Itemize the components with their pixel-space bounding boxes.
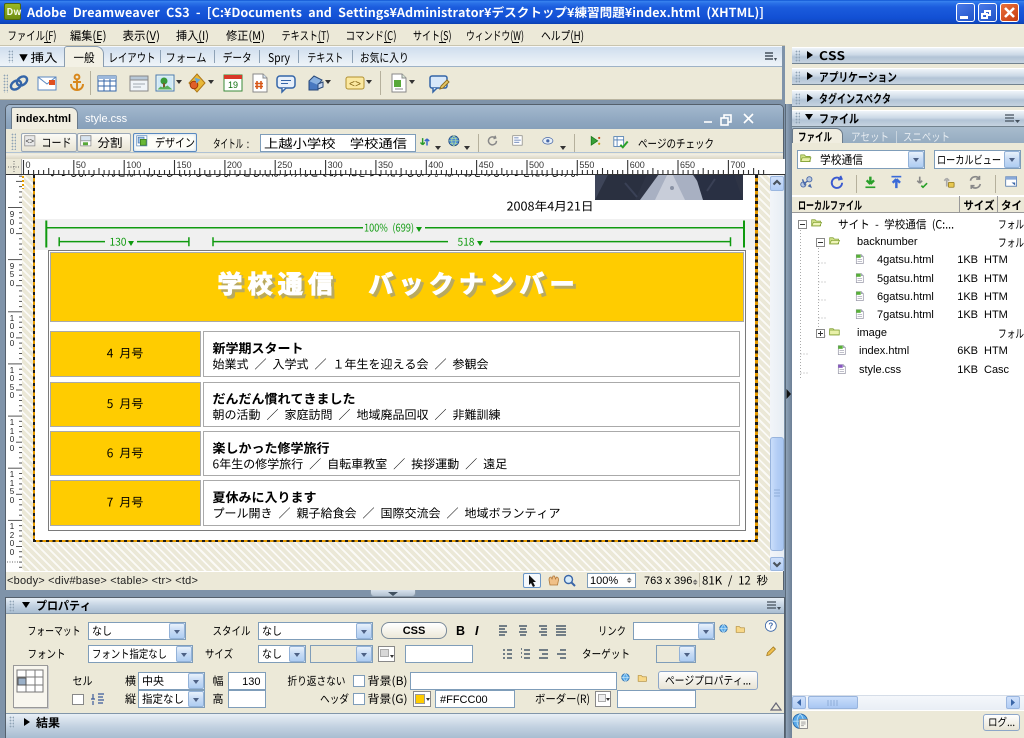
svg-text:?: ?: [768, 622, 773, 631]
